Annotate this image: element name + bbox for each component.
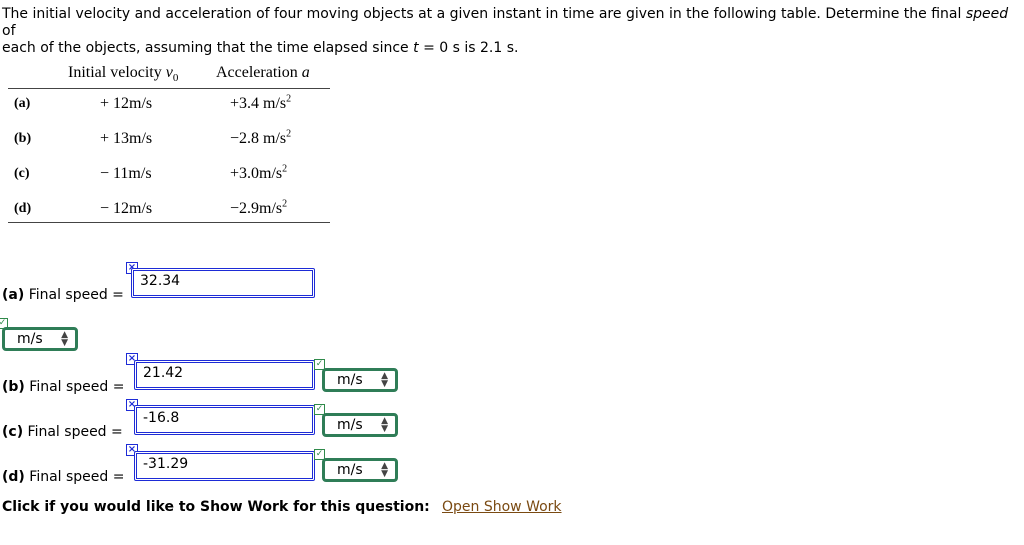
answer-c-label: (c) Final speed = [2,424,123,440]
answer-d-unit-select[interactable]: m/s ▲ ▼ [322,458,398,482]
answer-c-prefix: (c) [2,424,24,440]
answer-a-field[interactable] [134,271,312,289]
header-velocity: Initial velocity v0 [68,64,179,85]
row-acceleration: −2.8 m/s2 [230,128,292,148]
row-acceleration: +3.4 m/s2 [230,93,292,113]
row-accel-value: −2.8 m/s [230,130,287,147]
answer-d-label: (d) Final speed = [2,469,124,485]
question-line2-end: = 0 s is 2.1 s. [418,40,519,56]
answer-b-unit-select[interactable]: m/s ▲ ▼ [322,368,398,392]
answer-b-text: Final speed = [24,379,125,395]
answer-d-prefix: (d) [2,469,25,485]
question-line1-end: of [2,23,16,39]
show-work-prompt: Click if you would like to Show Work for… [2,499,430,515]
row-accel-sup: 2 [282,198,288,210]
row-accel-sup: 2 [282,163,288,175]
answer-a-text: Final speed = [24,287,124,303]
header-velocity-symbol: v [165,64,173,81]
table-bottom-rule [8,222,330,223]
row-label: (d) [14,201,32,216]
row-velocity: + 12m/s [100,95,153,112]
row-acceleration: +3.0m/s2 [230,163,288,183]
row-label: (b) [14,131,32,146]
row-acceleration: −2.9m/s2 [230,198,288,218]
open-show-work-link[interactable]: Open Show Work [442,499,562,515]
unit-label: m/s [17,331,43,347]
unit-label: m/s [337,462,363,478]
answer-d-field[interactable] [137,454,312,472]
select-arrows-icon: ▲ ▼ [381,371,388,389]
select-arrows-icon: ▲ ▼ [381,416,388,434]
row-label: (c) [14,166,30,181]
speed-italic: speed [965,6,1009,22]
question-text: The initial velocity and acceleration of… [2,6,1022,57]
row-accel-sup: 2 [286,128,292,140]
row-velocity: − 11m/s [100,165,152,182]
answer-c-input[interactable] [134,405,315,435]
unit-label: m/s [337,372,363,388]
row-accel-value: −2.9m/s [230,200,283,217]
question-line1: The initial velocity and acceleration of… [2,6,966,22]
answer-a-input[interactable] [131,268,315,298]
answer-c-field[interactable] [137,408,312,426]
answer-c-unit-select[interactable]: m/s ▲ ▼ [322,413,398,437]
row-velocity: − 12m/s [100,200,153,217]
answer-a-prefix: (a) [2,287,25,303]
row-velocity: + 13m/s [100,130,153,147]
header-rule [8,88,330,89]
answer-d-input[interactable] [134,451,315,481]
answer-a-label: (a) Final speed = [2,287,124,303]
row-accel-sup: 2 [286,93,292,105]
question-line2: each of the objects, assuming that the t… [2,40,414,56]
header-velocity-sub: 0 [172,72,179,85]
answer-c-text: Final speed = [23,424,123,440]
header-accel-symbol: a [301,64,310,81]
row-label: (a) [14,96,31,111]
unit-label: m/s [337,417,363,433]
answer-b-field[interactable] [137,363,312,381]
row-accel-value: +3.4 m/s [230,95,287,112]
answer-d-text: Final speed = [24,469,125,485]
answer-b-prefix: (b) [2,379,25,395]
select-arrows-icon: ▲ ▼ [61,330,68,348]
header-velocity-text: Initial velocity [68,64,166,81]
answer-a-unit-select[interactable]: m/s ▲ ▼ [2,327,78,351]
row-accel-value: +3.0m/s [230,165,283,182]
answer-b-input[interactable] [134,360,315,390]
select-arrows-icon: ▲ ▼ [381,461,388,479]
answer-b-label: (b) Final speed = [2,379,124,395]
header-acceleration: Acceleration a [216,64,310,82]
header-accel-text: Acceleration [216,64,302,81]
